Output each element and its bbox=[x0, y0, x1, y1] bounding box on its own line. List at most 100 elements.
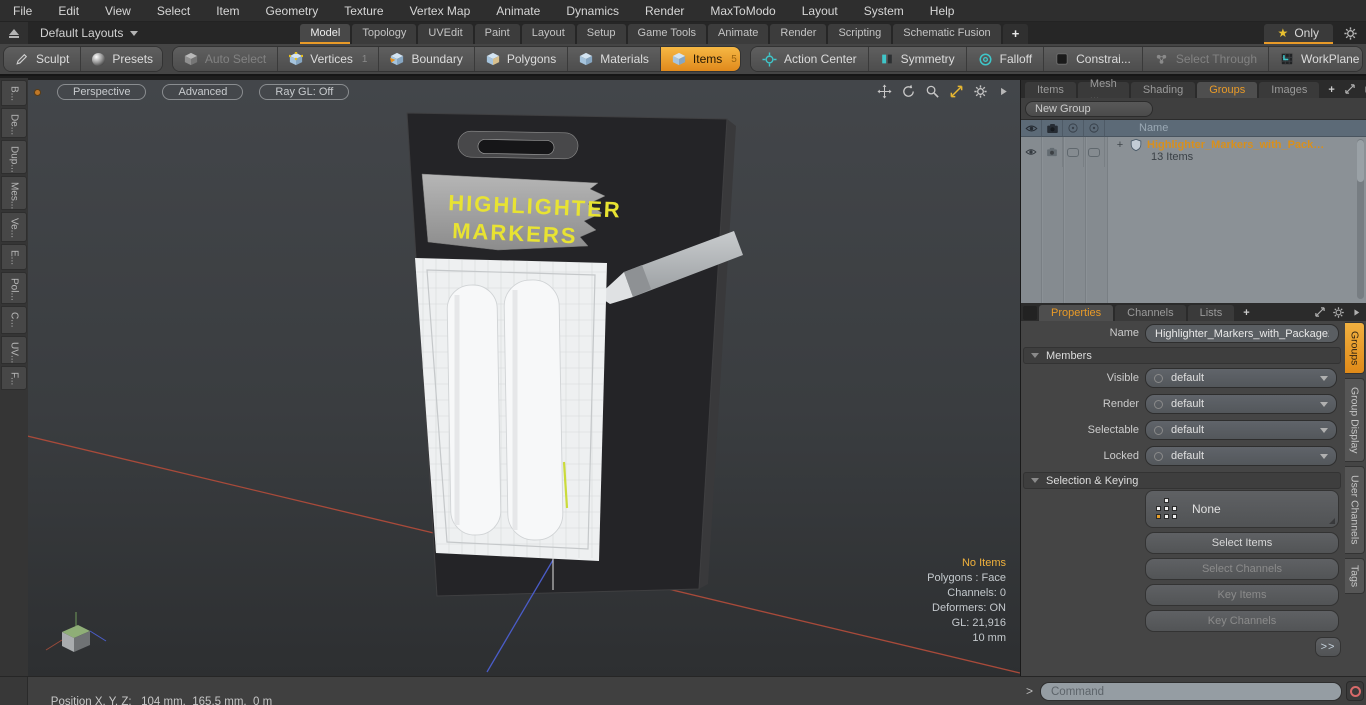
row-visible-toggle[interactable] bbox=[1021, 137, 1042, 167]
render-column-header[interactable] bbox=[1042, 120, 1063, 136]
workplane-button[interactable]: WorkPlane bbox=[1269, 47, 1363, 71]
select-items-button[interactable]: Select Items bbox=[1145, 532, 1339, 554]
panel-corner-icon[interactable] bbox=[1023, 306, 1037, 320]
sculpt-button[interactable]: Sculpt bbox=[4, 47, 82, 71]
favorites-only-button[interactable]: ★ Only bbox=[1263, 24, 1333, 44]
row-toggle-2[interactable] bbox=[1084, 137, 1105, 167]
camera-mode-button[interactable]: Perspective bbox=[57, 84, 147, 100]
left-tab-c[interactable]: C... bbox=[1, 306, 27, 334]
items-mode-button[interactable]: Items 5 bbox=[660, 47, 740, 71]
key-channels-button[interactable]: Key Channels bbox=[1145, 610, 1339, 632]
pan-icon[interactable] bbox=[877, 84, 892, 99]
add-properties-tab-button[interactable]: + bbox=[1236, 305, 1256, 321]
command-input[interactable] bbox=[1040, 682, 1342, 701]
constraints-button[interactable]: Constrai... bbox=[1044, 47, 1143, 71]
select-channels-button[interactable]: Select Channels bbox=[1145, 558, 1339, 580]
presets-button[interactable]: Presets bbox=[81, 47, 162, 71]
tab-channels[interactable]: Channels bbox=[1115, 305, 1186, 321]
tab-lists[interactable]: Lists bbox=[1187, 305, 1235, 321]
new-group-button[interactable]: New Group bbox=[1025, 101, 1153, 117]
symmetry-button[interactable]: Symmetry bbox=[868, 47, 967, 71]
falloff-button[interactable]: Falloff bbox=[966, 47, 1045, 71]
visible-dropdown[interactable]: default bbox=[1145, 368, 1337, 388]
panel-expand-icon[interactable] bbox=[1344, 83, 1356, 95]
left-tab-ve[interactable]: Ve... bbox=[1, 212, 27, 242]
layout-tab-animate[interactable]: Animate bbox=[708, 24, 769, 44]
panel-menu-icon[interactable] bbox=[1351, 307, 1362, 318]
panel-expand-icon[interactable] bbox=[1314, 306, 1326, 318]
group-name-input[interactable] bbox=[1145, 324, 1339, 343]
zoom-icon[interactable] bbox=[925, 84, 940, 99]
side-tab-tags[interactable]: Tags bbox=[1345, 558, 1365, 594]
tab-properties[interactable]: Properties bbox=[1039, 305, 1114, 321]
layout-tab-layout[interactable]: Layout bbox=[521, 24, 575, 44]
members-section-header[interactable]: Members bbox=[1023, 347, 1341, 364]
raygl-button[interactable]: Ray GL: Off bbox=[259, 84, 350, 100]
menu-dynamics[interactable]: Dynamics bbox=[553, 4, 632, 18]
tab-images[interactable]: Images bbox=[1259, 82, 1320, 98]
vertices-mode-button[interactable]: Vertices 1 bbox=[278, 47, 380, 71]
menu-layout[interactable]: Layout bbox=[789, 4, 851, 18]
group-row[interactable]: + Highlighter_Markers_with_Pack… 13 Item… bbox=[1021, 137, 1366, 167]
auto-select-button[interactable]: Auto Select bbox=[172, 47, 279, 71]
menu-texture[interactable]: Texture bbox=[331, 4, 396, 18]
tab-groups[interactable]: Groups bbox=[1197, 82, 1258, 98]
menu-select[interactable]: Select bbox=[144, 4, 203, 18]
layout-tab-game-tools[interactable]: Game Tools bbox=[627, 24, 707, 44]
layout-tab-paint[interactable]: Paint bbox=[474, 24, 520, 44]
boundary-mode-button[interactable]: Boundary bbox=[379, 47, 475, 71]
raise-layout-icon[interactable] bbox=[0, 22, 28, 44]
layout-settings-button[interactable] bbox=[1343, 22, 1358, 44]
toggle-column-header-2[interactable] bbox=[1084, 120, 1105, 136]
selection-keying-section-header[interactable]: Selection & Keying bbox=[1023, 472, 1341, 489]
group-list[interactable]: + Highlighter_Markers_with_Pack… 13 Item… bbox=[1021, 137, 1366, 303]
visibility-column-header[interactable] bbox=[1021, 120, 1042, 136]
left-tab-de[interactable]: De... bbox=[1, 108, 27, 138]
panel-menu-icon[interactable] bbox=[1362, 84, 1366, 95]
menu-view[interactable]: View bbox=[92, 4, 144, 18]
add-panel-tab-button[interactable]: + bbox=[1321, 82, 1341, 98]
rotate-icon[interactable] bbox=[901, 84, 916, 99]
menu-item[interactable]: Item bbox=[203, 4, 252, 18]
render-dropdown[interactable]: default bbox=[1145, 394, 1337, 414]
layout-tab-setup[interactable]: Setup bbox=[576, 24, 626, 44]
tab-mesh[interactable]: Mesh ... bbox=[1077, 78, 1129, 102]
group-list-scrollbar[interactable] bbox=[1357, 139, 1364, 299]
menu-system[interactable]: System bbox=[851, 4, 917, 18]
side-tab-groups[interactable]: Groups bbox=[1345, 322, 1365, 374]
row-render-toggle[interactable] bbox=[1042, 137, 1063, 167]
add-layout-tab-button[interactable]: + bbox=[1002, 24, 1029, 44]
select-through-button[interactable]: Select Through bbox=[1142, 47, 1269, 71]
menu-edit[interactable]: Edit bbox=[45, 4, 92, 18]
layout-tab-topology[interactable]: Topology bbox=[352, 24, 417, 44]
left-tab-mes[interactable]: Mes... bbox=[1, 176, 27, 210]
tab-shading[interactable]: Shading bbox=[1130, 82, 1196, 98]
layout-tab-schematic-fusion[interactable]: Schematic Fusion bbox=[893, 24, 1001, 44]
layout-tab-uvedit[interactable]: UVEdit bbox=[418, 24, 473, 44]
layout-tab-scripting[interactable]: Scripting bbox=[828, 24, 892, 44]
menu-geometry[interactable]: Geometry bbox=[253, 4, 332, 18]
menu-render[interactable]: Render bbox=[632, 4, 697, 18]
left-tab-dup[interactable]: Dup... bbox=[1, 140, 27, 174]
toggle-column-header-1[interactable] bbox=[1063, 120, 1084, 136]
viewport-3d[interactable]: HIGHLIGHTER MARKERS Perspective Advanced… bbox=[28, 80, 1020, 676]
layout-selector-dropdown[interactable]: Default Layouts bbox=[28, 22, 150, 44]
left-tab-f[interactable]: F... bbox=[1, 366, 27, 390]
left-tab-pol[interactable]: Pol... bbox=[1, 272, 27, 304]
menu-vertex-map[interactable]: Vertex Map bbox=[397, 4, 484, 18]
record-macro-button[interactable] bbox=[1346, 681, 1364, 701]
keying-mode-dropdown[interactable]: None bbox=[1145, 490, 1339, 528]
materials-mode-button[interactable]: Materials bbox=[568, 47, 661, 71]
key-items-button[interactable]: Key Items bbox=[1145, 584, 1339, 606]
maximize-icon[interactable] bbox=[949, 84, 964, 99]
polygons-mode-button[interactable]: Polygons bbox=[474, 47, 569, 71]
left-tab-b[interactable]: B... bbox=[1, 80, 27, 106]
selectable-dropdown[interactable]: default bbox=[1145, 420, 1337, 440]
viewport-settings-icon[interactable] bbox=[973, 84, 988, 99]
panel-settings-icon[interactable] bbox=[1332, 306, 1345, 319]
left-tab-e[interactable]: E... bbox=[1, 244, 27, 270]
locked-dropdown[interactable]: default bbox=[1145, 446, 1337, 466]
side-tab-group-display[interactable]: Group Display bbox=[1345, 378, 1365, 462]
action-center-button[interactable]: Action Center bbox=[750, 47, 869, 71]
shading-mode-button[interactable]: Advanced bbox=[162, 84, 244, 100]
